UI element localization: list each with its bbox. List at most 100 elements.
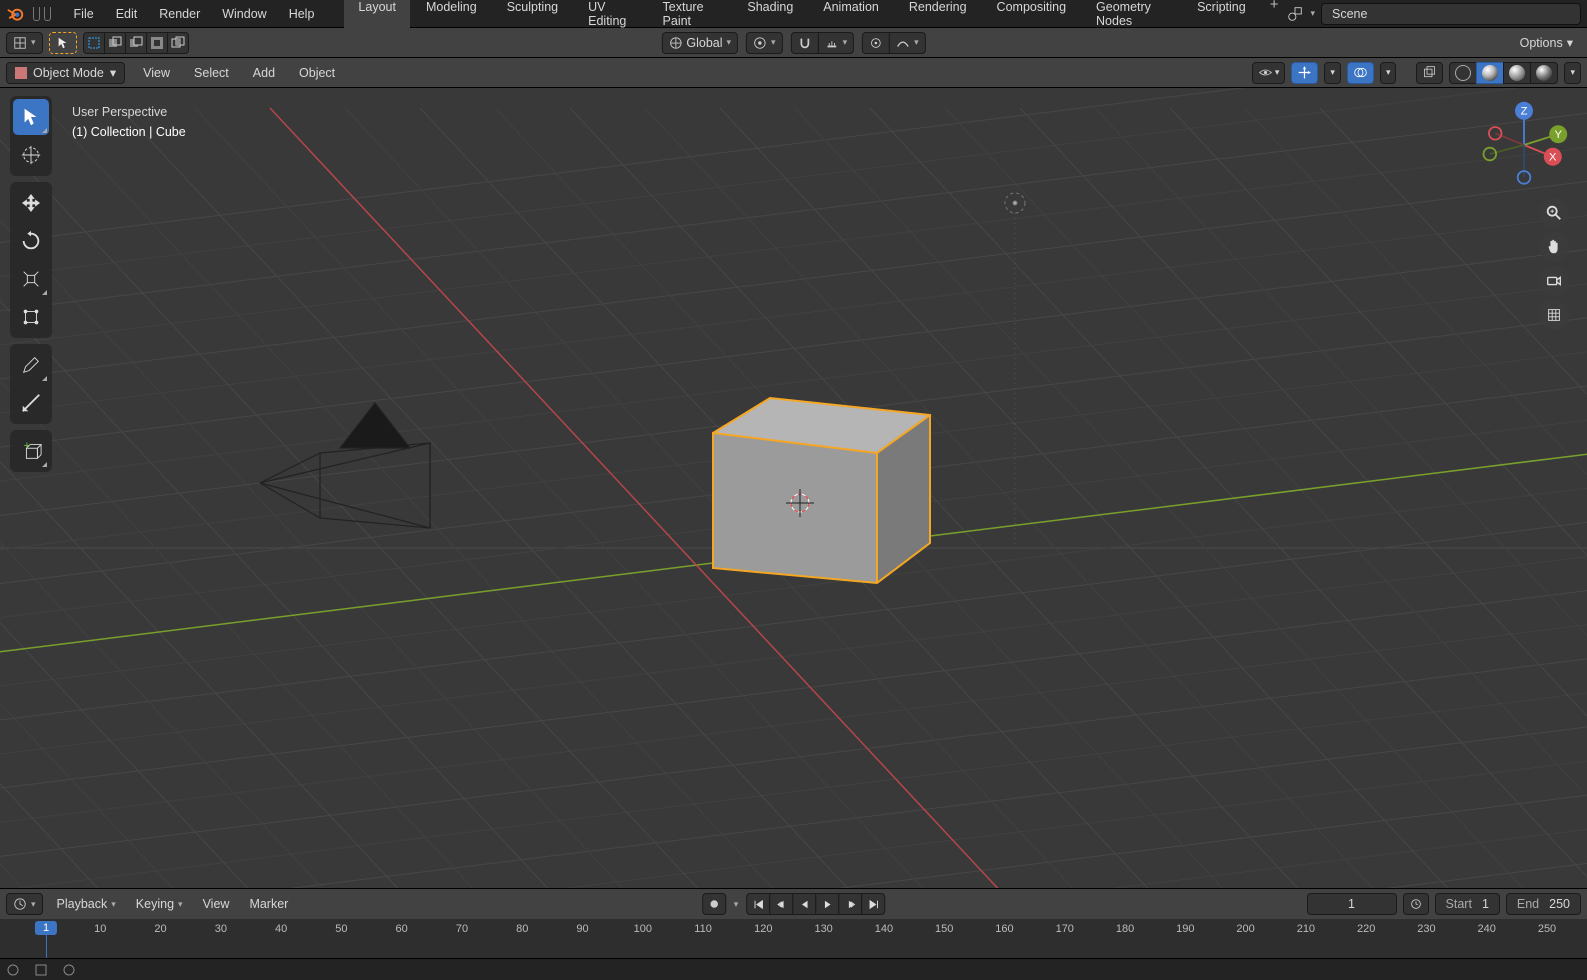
tool-transform[interactable] xyxy=(13,299,49,335)
pivot-point-dropdown[interactable]: ▾ xyxy=(746,32,783,54)
timeline-ruler[interactable]: 1102030405060708090100110120130140150160… xyxy=(0,919,1587,958)
keyframe-next[interactable] xyxy=(838,893,862,915)
pan-button[interactable] xyxy=(1539,232,1569,262)
menu-add[interactable]: Add xyxy=(243,62,285,84)
autokey-options-chevron-icon[interactable]: ▾ xyxy=(734,899,739,910)
show-gizmo-toggle[interactable] xyxy=(1291,62,1318,84)
select-mode-extend[interactable] xyxy=(104,32,126,54)
3d-viewport[interactable]: /* placeholder */ xyxy=(0,88,1587,888)
jump-to-start[interactable] xyxy=(746,893,770,915)
select-mode-new[interactable] xyxy=(83,32,105,54)
menu-keying[interactable]: Keying ▾ xyxy=(130,893,189,915)
tool-select-box-toggle[interactable] xyxy=(49,32,77,54)
shading-solid[interactable] xyxy=(1476,62,1504,84)
select-mode-invert[interactable] xyxy=(146,32,168,54)
overlay-options-dropdown[interactable]: ▾ xyxy=(1380,62,1397,84)
end-frame-field[interactable]: End 250 xyxy=(1506,893,1581,915)
menu-tl-view[interactable]: View xyxy=(197,893,236,915)
jump-to-end[interactable] xyxy=(861,893,885,915)
play-forward[interactable] xyxy=(815,893,839,915)
navigation-gizmo[interactable]: X Y Z xyxy=(1479,100,1569,190)
keyframe-prev[interactable] xyxy=(769,893,793,915)
timeline-editor-type[interactable]: ▾ xyxy=(6,893,43,915)
current-frame-value: 1 xyxy=(1348,897,1355,911)
camera-view-button[interactable] xyxy=(1539,266,1569,296)
tool-measure[interactable] xyxy=(13,385,49,421)
transform-orientation-dropdown[interactable]: Global ▾ xyxy=(661,32,738,54)
viewport-canvas: /* placeholder */ xyxy=(0,88,1587,888)
gizmo-options-dropdown[interactable]: ▾ xyxy=(1324,62,1341,84)
tool-select-box[interactable] xyxy=(13,99,49,135)
play-reverse[interactable] xyxy=(792,893,816,915)
editor-type-selector[interactable]: ▾ xyxy=(6,32,43,54)
zoom-button[interactable] xyxy=(1539,198,1569,228)
autokey-toggle[interactable] xyxy=(702,893,726,915)
options-dropdown[interactable]: Options ▾ xyxy=(1512,35,1581,50)
show-overlays-toggle[interactable] xyxy=(1347,62,1374,84)
timeline-tick: 190 xyxy=(1176,923,1194,935)
menu-select[interactable]: Select xyxy=(184,62,239,84)
shading-material[interactable] xyxy=(1503,62,1531,84)
tool-rotate[interactable] xyxy=(13,223,49,259)
menu-playback[interactable]: Playback ▾ xyxy=(51,893,122,915)
tool-scale[interactable] xyxy=(13,261,49,297)
svg-text:+: + xyxy=(24,440,31,452)
interaction-mode-dropdown[interactable]: Object Mode ▾ xyxy=(6,62,125,84)
viewport-menus: View Select Add Object xyxy=(133,62,345,84)
proportional-edit-toggle[interactable] xyxy=(862,32,890,54)
timeline-tick: 30 xyxy=(215,923,227,935)
object-visibility-dropdown[interactable]: ▾ xyxy=(1252,62,1286,84)
proportional-falloff-dropdown[interactable]: ▾ xyxy=(889,32,926,54)
timeline-playhead[interactable]: 1 xyxy=(35,921,57,935)
interaction-mode-label: Object Mode xyxy=(33,66,104,80)
xray-toggle[interactable] xyxy=(1416,62,1443,84)
options-label: Options xyxy=(1520,36,1563,50)
preview-range-toggle[interactable] xyxy=(1403,893,1429,915)
menu-view[interactable]: View xyxy=(133,62,180,84)
blender-logo-icon xyxy=(6,3,27,25)
scene-icon[interactable] xyxy=(1286,5,1304,23)
tool-move[interactable] xyxy=(13,185,49,221)
navigation-buttons xyxy=(1539,198,1569,330)
shading-mode-group xyxy=(1449,62,1558,84)
svg-text:Y: Y xyxy=(1554,129,1562,141)
timeline-tick: 250 xyxy=(1538,923,1556,935)
playback-controls xyxy=(746,893,885,915)
shading-rendered[interactable] xyxy=(1530,62,1558,84)
timeline-tick: 90 xyxy=(576,923,588,935)
current-frame-field[interactable]: 1 xyxy=(1307,893,1397,915)
perspective-toggle-button[interactable] xyxy=(1539,300,1569,330)
top-menubar: File Edit Render Window Help Layout Mode… xyxy=(0,0,1587,28)
shading-wireframe[interactable] xyxy=(1449,62,1477,84)
timeline-tick: 100 xyxy=(634,923,652,935)
menu-file[interactable]: File xyxy=(64,3,104,25)
select-mode-subtract[interactable] xyxy=(125,32,147,54)
snap-toggle[interactable] xyxy=(791,32,819,54)
start-frame-field[interactable]: Start 1 xyxy=(1435,893,1500,915)
scene-browse-chevron-icon[interactable]: ▾ xyxy=(1310,8,1315,19)
menu-window[interactable]: Window xyxy=(212,3,276,25)
timeline-tick: 220 xyxy=(1357,923,1375,935)
timeline-tick: 20 xyxy=(154,923,166,935)
status-select-icon xyxy=(34,963,48,977)
menu-render[interactable]: Render xyxy=(149,3,210,25)
menu-marker[interactable]: Marker xyxy=(243,893,294,915)
tool-annotate[interactable] xyxy=(13,347,49,383)
scene-name-field[interactable]: Scene xyxy=(1321,3,1581,25)
toolbar: + xyxy=(10,96,52,472)
timeline-tick: 240 xyxy=(1478,923,1496,935)
timeline-tick: 110 xyxy=(694,923,712,935)
snap-type-dropdown[interactable]: ▾ xyxy=(818,32,855,54)
timeline-tick: 230 xyxy=(1417,923,1435,935)
menu-edit[interactable]: Edit xyxy=(106,3,148,25)
menu-object[interactable]: Object xyxy=(289,62,345,84)
tool-add-primitive[interactable]: + xyxy=(13,433,49,469)
timeline-tick: 40 xyxy=(275,923,287,935)
menu-help[interactable]: Help xyxy=(279,3,325,25)
tool-cursor[interactable] xyxy=(13,137,49,173)
svg-text:X: X xyxy=(1549,151,1557,163)
shading-options-dropdown[interactable]: ▾ xyxy=(1564,62,1581,84)
viewport-header-2: Object Mode ▾ View Select Add Object ▾ ▾… xyxy=(0,58,1587,88)
select-mode-intersect[interactable] xyxy=(167,32,189,54)
timeline-tick: 120 xyxy=(754,923,772,935)
